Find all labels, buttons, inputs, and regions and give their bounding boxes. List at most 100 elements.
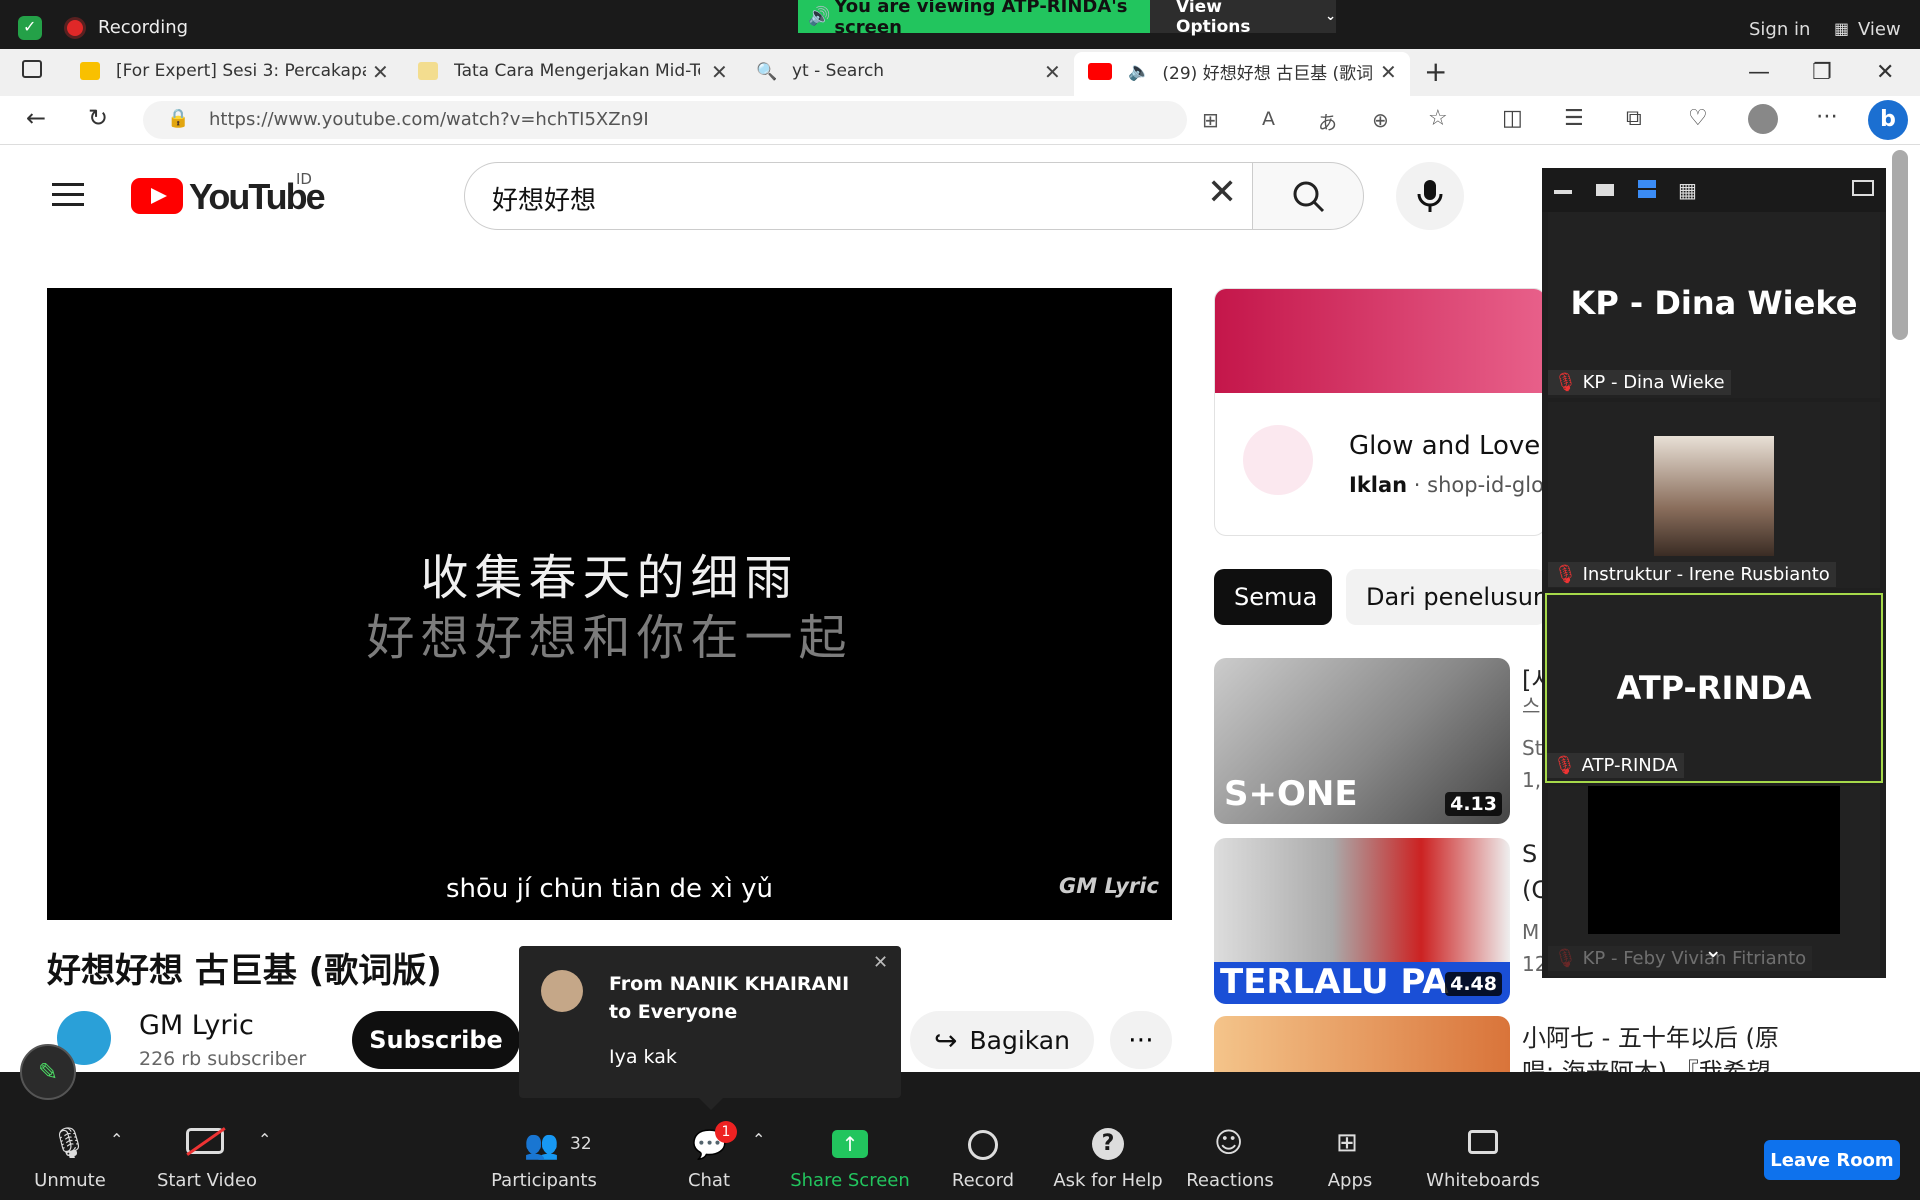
record-button[interactable]: Record (913, 1170, 1053, 1191)
share-screen-icon[interactable]: ↑ (832, 1130, 868, 1158)
page-scrollbar[interactable] (1892, 150, 1908, 340)
ad-title[interactable]: Glow and Lovel (1349, 431, 1545, 461)
participant-tile-active[interactable]: ATP-RINDA 🎙 ATP-RINDA (1545, 593, 1883, 783)
close-tab-icon[interactable]: ✕ (711, 60, 728, 84)
participants-icon[interactable]: 👥 (524, 1128, 559, 1161)
audio-options-chevron-icon[interactable]: ⌃ (110, 1130, 123, 1149)
start-video-button[interactable]: Start Video (137, 1170, 277, 1191)
back-icon[interactable]: ← (26, 104, 46, 132)
ad-card[interactable]: Glow and Lovel Iklan · shop-id-glow (1214, 288, 1546, 536)
refresh-icon[interactable]: ↻ (88, 104, 108, 132)
voice-search-button[interactable] (1396, 162, 1464, 230)
chat-notification-popup[interactable]: From NANIK KHAIRANI to Everyone ✕ Iya ka… (519, 946, 901, 1110)
close-tab-icon[interactable]: ✕ (1044, 60, 1061, 84)
minimize-gallery-icon[interactable] (1554, 190, 1572, 194)
whiteboard-icon[interactable] (1468, 1130, 1498, 1154)
tab-youtube-video[interactable]: 🔈 (29) 好想好想 古巨基 (歌词版 (1088, 56, 1388, 86)
speaker-icon[interactable]: 🔈 (1128, 61, 1150, 82)
youtube-logo-icon[interactable] (131, 178, 183, 214)
security-shield-icon[interactable] (18, 16, 42, 40)
profile-avatar-icon[interactable] (1748, 104, 1778, 134)
chip-semua[interactable]: Semua (1214, 569, 1332, 625)
record-icon[interactable] (968, 1130, 998, 1160)
reactions-button[interactable]: Reactions (1160, 1170, 1300, 1191)
zoom-icon[interactable]: ⊕ (1372, 108, 1389, 132)
muted-microphone-icon[interactable]: 🎙 (50, 1126, 88, 1161)
sign-in-button[interactable]: Sign in (1749, 19, 1810, 40)
tab-actions-icon[interactable] (22, 60, 42, 78)
chip-dari-penelusuran[interactable]: Dari penelusuran (1346, 569, 1546, 625)
favorite-star-icon[interactable]: ☆ (1428, 106, 1448, 131)
subscribe-button[interactable]: Subscribe (352, 1011, 520, 1069)
participant-tile[interactable]: 🎙 Instruktur - Irene Rusbianto (1548, 402, 1880, 588)
minimize-icon[interactable]: — (1748, 60, 1770, 85)
url-text[interactable]: https://www.youtube.com/watch?v=hchTI5XZ… (209, 109, 649, 130)
view-button[interactable]: View (1858, 19, 1901, 40)
browser-essentials-icon[interactable]: ♡ (1688, 106, 1708, 131)
tab-expert-sesi[interactable]: [For Expert] Sesi 3: Percakapan Sa (80, 56, 376, 86)
collections-icon[interactable]: ⧉ (1626, 106, 1642, 131)
channel-name[interactable]: GM Lyric (139, 1010, 254, 1041)
video-thumbnail[interactable] (1214, 1016, 1510, 1072)
video-title: 好想好想 古巨基 (歌词版) (47, 951, 442, 991)
search-query[interactable]: 好想好想 (492, 180, 596, 217)
video-options-chevron-icon[interactable]: ⌃ (258, 1130, 271, 1149)
close-tab-icon[interactable]: ✕ (372, 60, 389, 84)
more-icon: ⋯ (1128, 1025, 1154, 1055)
chat-button[interactable]: Chat (639, 1170, 779, 1191)
close-window-icon[interactable]: ✕ (1876, 60, 1894, 85)
more-menu-icon[interactable]: ⋯ (1816, 104, 1838, 129)
search-button[interactable] (1252, 162, 1364, 230)
lock-icon[interactable]: 🔒 (167, 108, 189, 129)
share-button[interactable]: ↪ Bagikan (910, 1011, 1094, 1069)
help-icon[interactable]: ? (1092, 1128, 1124, 1160)
restore-icon[interactable]: ❐ (1812, 60, 1832, 85)
close-tab-icon[interactable]: ✕ (1380, 60, 1397, 84)
view-options-button[interactable]: View Options ⌄ (1150, 0, 1336, 37)
side-video-title[interactable]: 小阿七 - 五十年以后 (原 (1522, 1018, 1779, 1053)
grid-view-icon[interactable]: ▦ (1834, 19, 1849, 38)
hamburger-menu-icon[interactable] (52, 176, 84, 213)
translate-icon[interactable]: あ (1318, 108, 1337, 135)
scroll-down-chevron-icon[interactable]: ⌄ (1704, 938, 1722, 963)
video-player[interactable]: 收集春天的细雨 好想好想和你在一起 shōu jí chūn tiān de x… (47, 288, 1172, 920)
pop-out-icon[interactable] (1852, 180, 1874, 196)
tab-tata-cara[interactable]: Tata Cara Mengerjakan Mid-Test (418, 56, 708, 86)
side-video-title[interactable]: S (1522, 840, 1537, 868)
participant-photo (1654, 436, 1774, 556)
annotate-pencil-icon[interactable]: ✎ (20, 1044, 76, 1100)
gallery-grid-icon[interactable]: ▦ (1678, 178, 1697, 202)
share-screen-button[interactable]: Share Screen (780, 1170, 920, 1191)
leave-room-button[interactable]: Leave Room (1764, 1140, 1900, 1180)
side-video-line: M (1522, 920, 1540, 944)
favorites-icon[interactable]: ☰ (1564, 106, 1584, 131)
participant-tile[interactable]: KP - Dina Wieke 🎙 KP - Dina Wieke (1548, 212, 1880, 398)
video-thumbnail[interactable]: S+ONE 4.13 (1214, 658, 1510, 824)
tab-yt-search[interactable]: 🔍 yt - Search (756, 56, 1046, 86)
video-thumbnail[interactable]: TERLALU PA 4.48 (1214, 838, 1510, 1004)
copilot-icon[interactable]: b (1868, 100, 1908, 140)
new-tab-icon[interactable]: + (1424, 55, 1447, 88)
channel-subscribers: 226 rb subscriber (139, 1048, 307, 1070)
more-actions-button[interactable]: ⋯ (1110, 1011, 1172, 1069)
app-available-icon[interactable]: ⊞ (1202, 108, 1219, 132)
apps-icon[interactable]: ⊞ (1336, 1128, 1358, 1158)
chat-options-chevron-icon[interactable]: ⌃ (752, 1130, 765, 1149)
speaker-view-icon[interactable] (1596, 184, 1614, 196)
clear-search-icon[interactable]: ✕ (1207, 172, 1237, 213)
whiteboards-button[interactable]: Whiteboards (1413, 1170, 1553, 1191)
unmute-button[interactable]: Unmute (0, 1170, 140, 1191)
ask-for-help-button[interactable]: Ask for Help (1038, 1170, 1178, 1191)
chat-sender: From NANIK KHAIRANI to Everyone (609, 973, 850, 1023)
participants-button[interactable]: Participants (474, 1170, 614, 1191)
apps-button[interactable]: Apps (1280, 1170, 1420, 1191)
ad-banner-image[interactable] (1215, 289, 1545, 393)
read-aloud-icon[interactable]: A (1262, 108, 1275, 130)
reactions-icon[interactable]: ☺ (1214, 1126, 1243, 1159)
strip-view-icon[interactable] (1638, 180, 1656, 198)
participant-tile[interactable]: 🎙 KP - Feby Vivian Fitrianto ⌄ (1548, 786, 1880, 976)
close-popup-icon[interactable]: ✕ (873, 952, 888, 973)
search-icon: 🔍 (756, 62, 778, 82)
split-screen-icon[interactable]: ◫ (1502, 106, 1523, 131)
country-code: ID (296, 170, 312, 188)
